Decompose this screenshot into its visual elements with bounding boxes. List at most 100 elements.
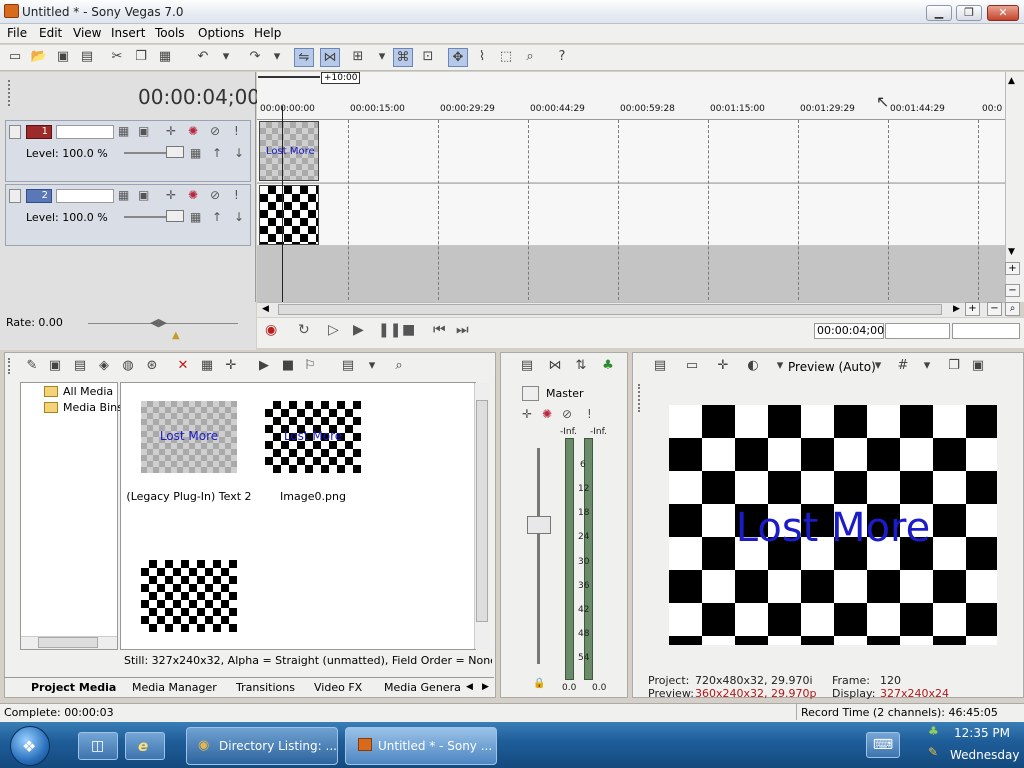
get-photo-icon[interactable]: ▤ — [70, 357, 90, 376]
lock-envelopes-icon[interactable]: ⌘ — [393, 48, 413, 67]
track-expand-icon[interactable] — [9, 125, 21, 139]
stop-preview-icon[interactable]: ■ — [278, 357, 298, 376]
compositing-mode-icon[interactable]: ▦ — [118, 188, 129, 202]
menu-view[interactable]: View — [73, 26, 101, 40]
tab-project-media[interactable]: Project Media — [31, 681, 116, 694]
master-fx-icon[interactable]: ✺ — [542, 407, 552, 421]
tab-transitions[interactable]: Transitions — [236, 681, 295, 694]
normal-edit-tool-icon[interactable]: ✥ — [448, 48, 468, 67]
menu-help[interactable]: Help — [254, 26, 281, 40]
text-event-clip[interactable]: Lost More — [259, 121, 319, 181]
menu-options[interactable]: Options — [198, 26, 244, 40]
track-lane-2[interactable] — [257, 183, 1007, 245]
copy-snapshot-icon[interactable]: ❐ — [944, 357, 964, 376]
search-media-icon[interactable]: ⊛ — [142, 357, 162, 376]
undo-dropdown-icon[interactable]: ▾ — [216, 48, 236, 67]
search-icon[interactable]: ⌕ — [389, 357, 409, 376]
zoom-out-horizontal-button[interactable]: − — [987, 302, 1002, 316]
preview-properties-icon[interactable]: ▤ — [650, 357, 670, 376]
envelope-tool-icon[interactable]: ⌇ — [472, 48, 492, 67]
go-to-end-icon[interactable]: ⏭ — [456, 322, 469, 338]
master-motion-icon[interactable]: ✛ — [522, 407, 532, 421]
media-scroll-thumb[interactable] — [476, 400, 488, 622]
zoom-in-vertical-button[interactable]: + — [1005, 262, 1020, 275]
track-motion-icon[interactable]: ✛ — [166, 124, 176, 138]
selection-length-field[interactable] — [952, 323, 1020, 339]
rate-slider-handle[interactable]: ◀▶ — [150, 316, 167, 329]
undo-icon[interactable]: ↶ — [193, 48, 213, 67]
track-expand-icon[interactable] — [9, 189, 21, 203]
move-down-icon[interactable]: ↓ — [234, 146, 244, 160]
master-solo-icon[interactable]: ! — [587, 407, 592, 421]
cursor-position-field[interactable]: 00:00:04;00 — [814, 323, 884, 339]
track-lane-1[interactable] — [257, 120, 1007, 182]
loop-region-bar[interactable] — [258, 76, 320, 78]
track-fx-chain-icon[interactable]: ▦ — [190, 210, 201, 224]
scroll-right-arrow[interactable]: ▶ — [953, 304, 960, 314]
keyboard-language-button[interactable]: ⌨ — [866, 732, 900, 758]
tab-media-manager[interactable]: Media Manager — [132, 681, 217, 694]
go-to-start-icon[interactable]: ⏮ — [433, 322, 446, 338]
split-dropdown-icon[interactable]: ▾ — [770, 357, 790, 376]
tabs-scroll-right[interactable]: ▶ — [482, 682, 489, 692]
get-media-from-web-icon[interactable]: ◍ — [118, 357, 138, 376]
tab-video-fx[interactable]: Video FX — [314, 681, 362, 694]
show-desktop-button[interactable]: ◫ — [78, 732, 118, 760]
tree-item-media-bins[interactable]: Media Bins — [63, 401, 123, 414]
track-motion-icon[interactable]: ✛ — [166, 188, 176, 202]
insert-bus-icon[interactable]: ♣ — [598, 357, 618, 376]
solo-icon[interactable]: ! — [234, 188, 239, 202]
playhead-cursor[interactable] — [282, 106, 283, 302]
capture-video-icon[interactable]: ▣ — [45, 357, 65, 376]
mixer-properties-icon[interactable]: ▤ — [517, 357, 537, 376]
overlays-icon[interactable]: # — [893, 357, 913, 376]
overlays-dropdown-icon[interactable]: ▾ — [917, 357, 937, 376]
selection-tool-icon[interactable]: ⬚ — [496, 48, 516, 67]
scroll-up-arrow[interactable]: ▲ — [1008, 76, 1015, 86]
split-screen-icon[interactable]: ◐ — [743, 357, 763, 376]
track-name-field[interactable] — [56, 189, 114, 203]
internet-explorer-button[interactable]: e — [125, 732, 165, 760]
play-icon[interactable]: ▶ — [353, 322, 364, 338]
tray-network-icon[interactable]: ♣ — [928, 724, 939, 738]
media-thumbnail-checker[interactable] — [141, 560, 237, 632]
minimize-button[interactable]: ▁ — [926, 5, 952, 21]
dim-output-icon[interactable]: ⇅ — [571, 357, 591, 376]
record-icon[interactable]: ◉ — [265, 322, 277, 338]
auto-preview-icon[interactable]: ⚐ — [300, 357, 320, 376]
tree-item-all-media[interactable]: All Media — [63, 385, 113, 398]
tabs-scroll-left[interactable]: ◀ — [466, 682, 473, 692]
compositing-mode-icon[interactable]: ▦ — [118, 124, 129, 138]
tree-scroll-thumb[interactable] — [38, 637, 98, 648]
paste-icon[interactable]: ▦ — [155, 48, 175, 67]
open-folder-icon[interactable]: 📂 — [29, 48, 49, 67]
tray-volume-icon[interactable]: ✎ — [928, 745, 938, 759]
fader-lock-icon[interactable]: 🔒 — [533, 678, 545, 689]
copy-icon[interactable]: ❐ — [131, 48, 151, 67]
selection-end-field[interactable] — [885, 323, 950, 339]
zoom-tool-button[interactable]: ⌕ — [1005, 302, 1020, 316]
menu-edit[interactable]: Edit — [39, 26, 62, 40]
close-button[interactable]: ✕ — [987, 5, 1019, 21]
video-track-1[interactable]: 1 ▦ ▣ ✛ ✺ ⊘ ! Level: 100.0 % ▦ ↑ ↓ — [5, 120, 251, 182]
tab-media-generators[interactable]: Media Genera — [384, 681, 461, 694]
play-from-start-icon[interactable]: ▷ — [328, 322, 339, 338]
properties-icon[interactable]: ▤ — [77, 48, 97, 67]
save-snapshot-icon[interactable]: ▣ — [968, 357, 988, 376]
image-event-clip[interactable] — [259, 185, 319, 245]
remove-media-icon[interactable]: ✕ — [173, 357, 193, 376]
pause-icon[interactable]: ❚❚ — [378, 322, 401, 338]
menu-insert[interactable]: Insert — [111, 26, 145, 40]
restore-button[interactable]: ❐ — [956, 5, 982, 21]
master-fader-handle[interactable] — [527, 516, 551, 534]
redo-icon[interactable]: ↷ — [245, 48, 265, 67]
downmix-icon[interactable]: ⋈ — [545, 357, 565, 376]
cut-icon[interactable]: ✂ — [107, 48, 127, 67]
mute-icon[interactable]: ⊘ — [210, 188, 220, 202]
external-monitor-icon[interactable]: ▭ — [682, 357, 702, 376]
track-fx-icon[interactable]: ✺ — [188, 124, 198, 138]
track-fx-icon[interactable]: ✺ — [188, 188, 198, 202]
empty-track-area[interactable] — [257, 246, 1007, 302]
mute-icon[interactable]: ⊘ — [210, 124, 220, 138]
level-slider-handle[interactable] — [166, 210, 184, 222]
